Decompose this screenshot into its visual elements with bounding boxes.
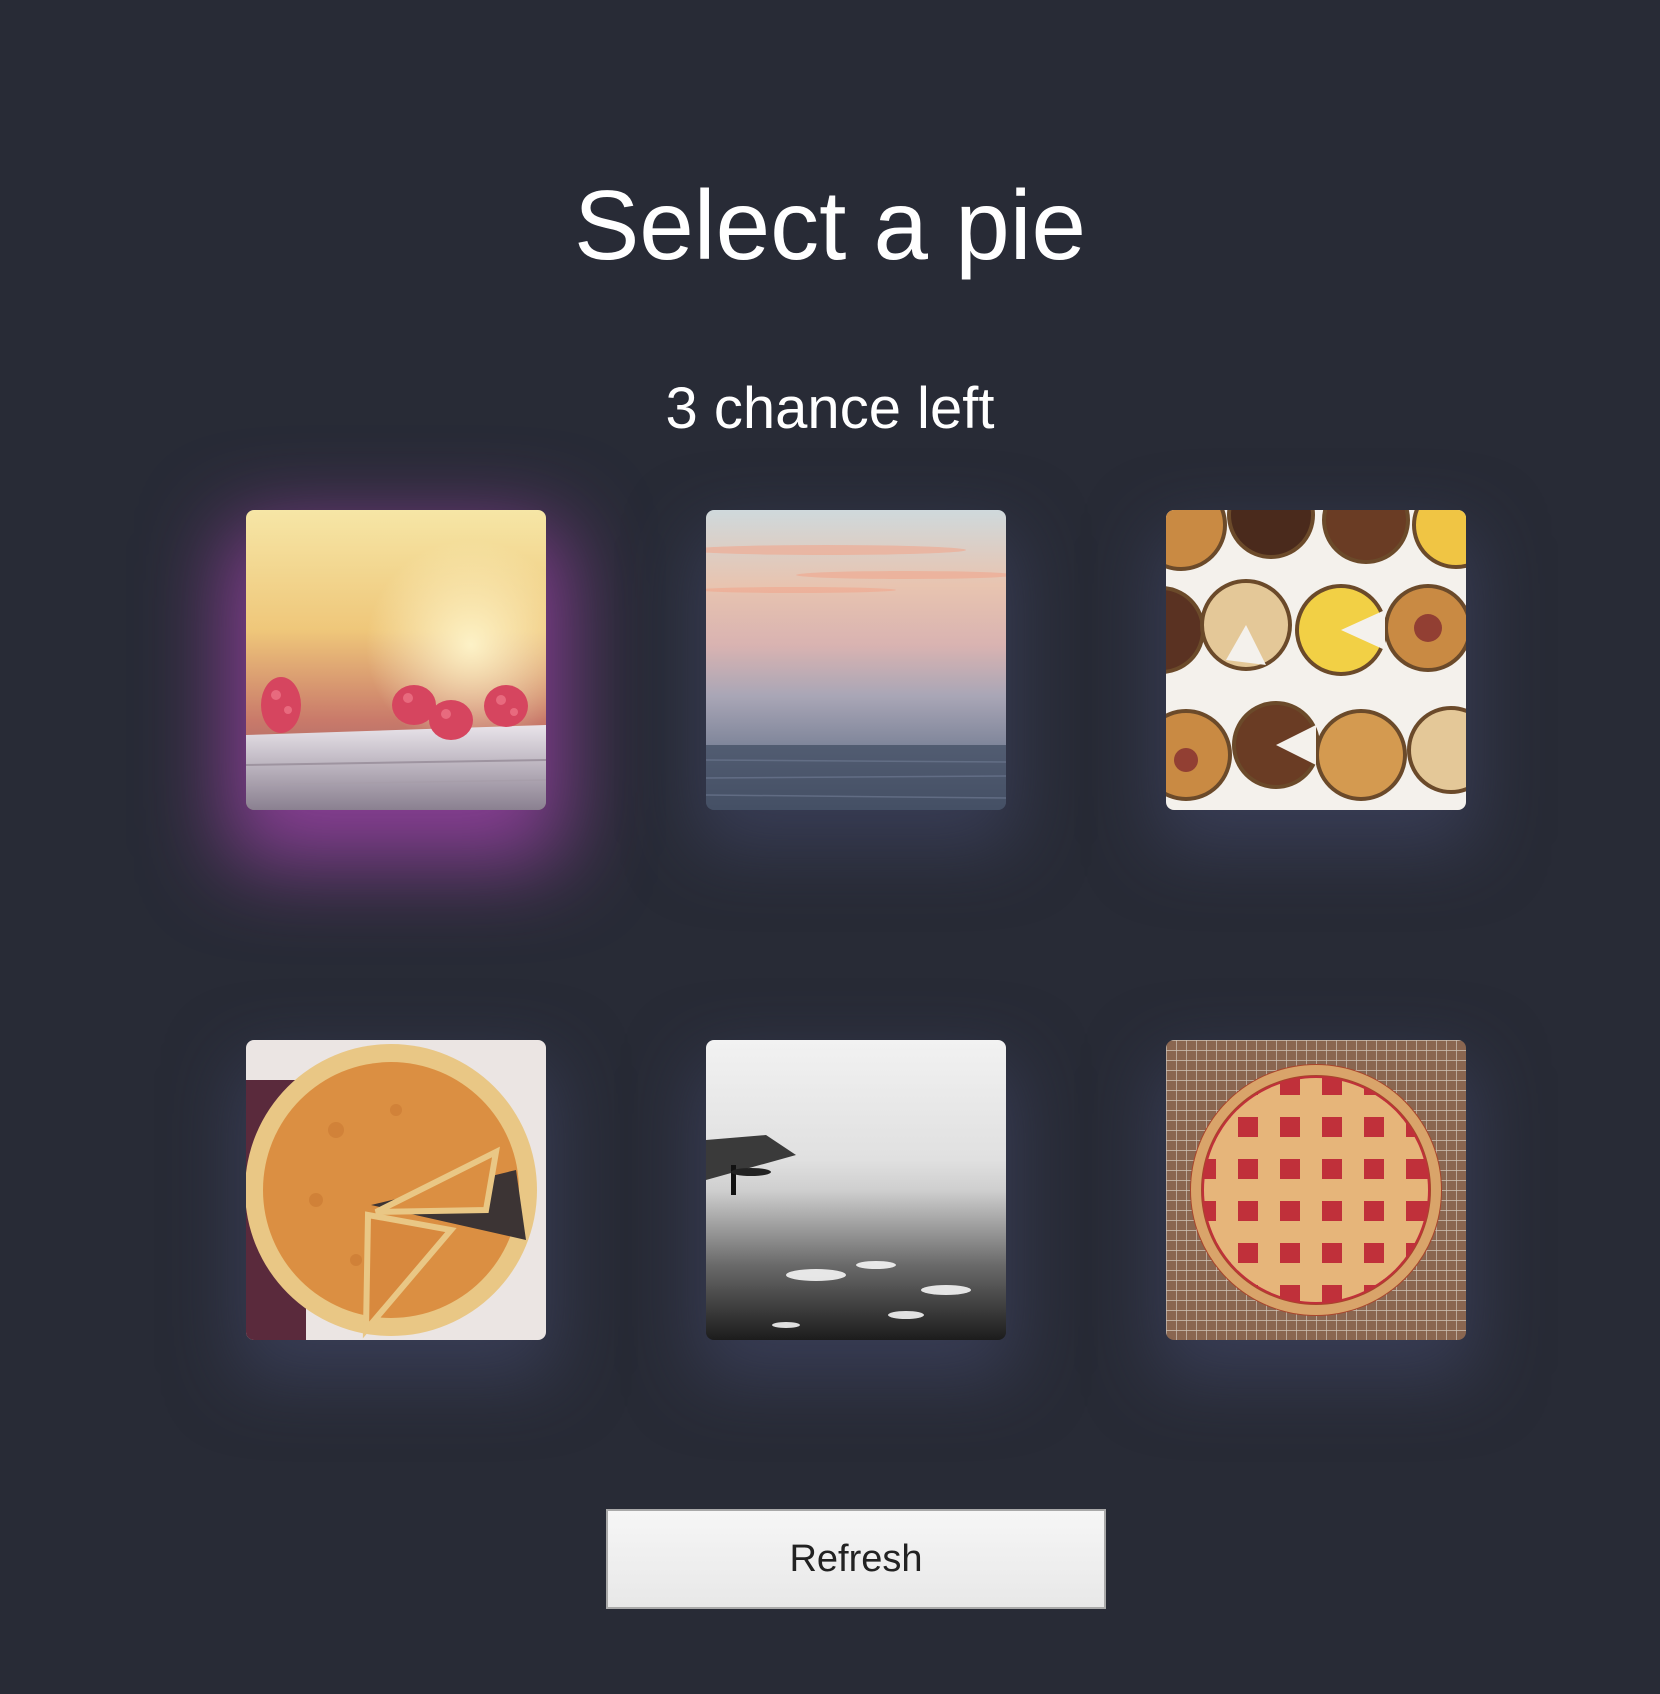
chances-remaining: 3 chance left [665,376,995,441]
beach-image [706,1040,1006,1340]
image-tile-raspberries[interactable] [246,510,546,810]
image-tile-misty-sea[interactable] [706,510,1006,810]
image-tile-lattice-pie[interactable] [1166,1040,1466,1340]
lattice-pie-image [1166,1040,1466,1340]
image-tile-pumpkin-pie[interactable] [246,1040,546,1340]
page: Select a pie 3 chance left Refresh [0,0,1660,1694]
raspberries-image [246,510,546,810]
image-tile-beach[interactable] [706,1040,1006,1340]
refresh-button[interactable]: Refresh [606,1509,1106,1609]
page-title: Select a pie [573,170,1087,280]
pumpkin-pie-image [246,1040,546,1340]
assorted-pies-image [1166,510,1466,810]
image-tile-assorted-pies[interactable] [1166,510,1466,810]
misty-sea-image [706,510,1006,810]
